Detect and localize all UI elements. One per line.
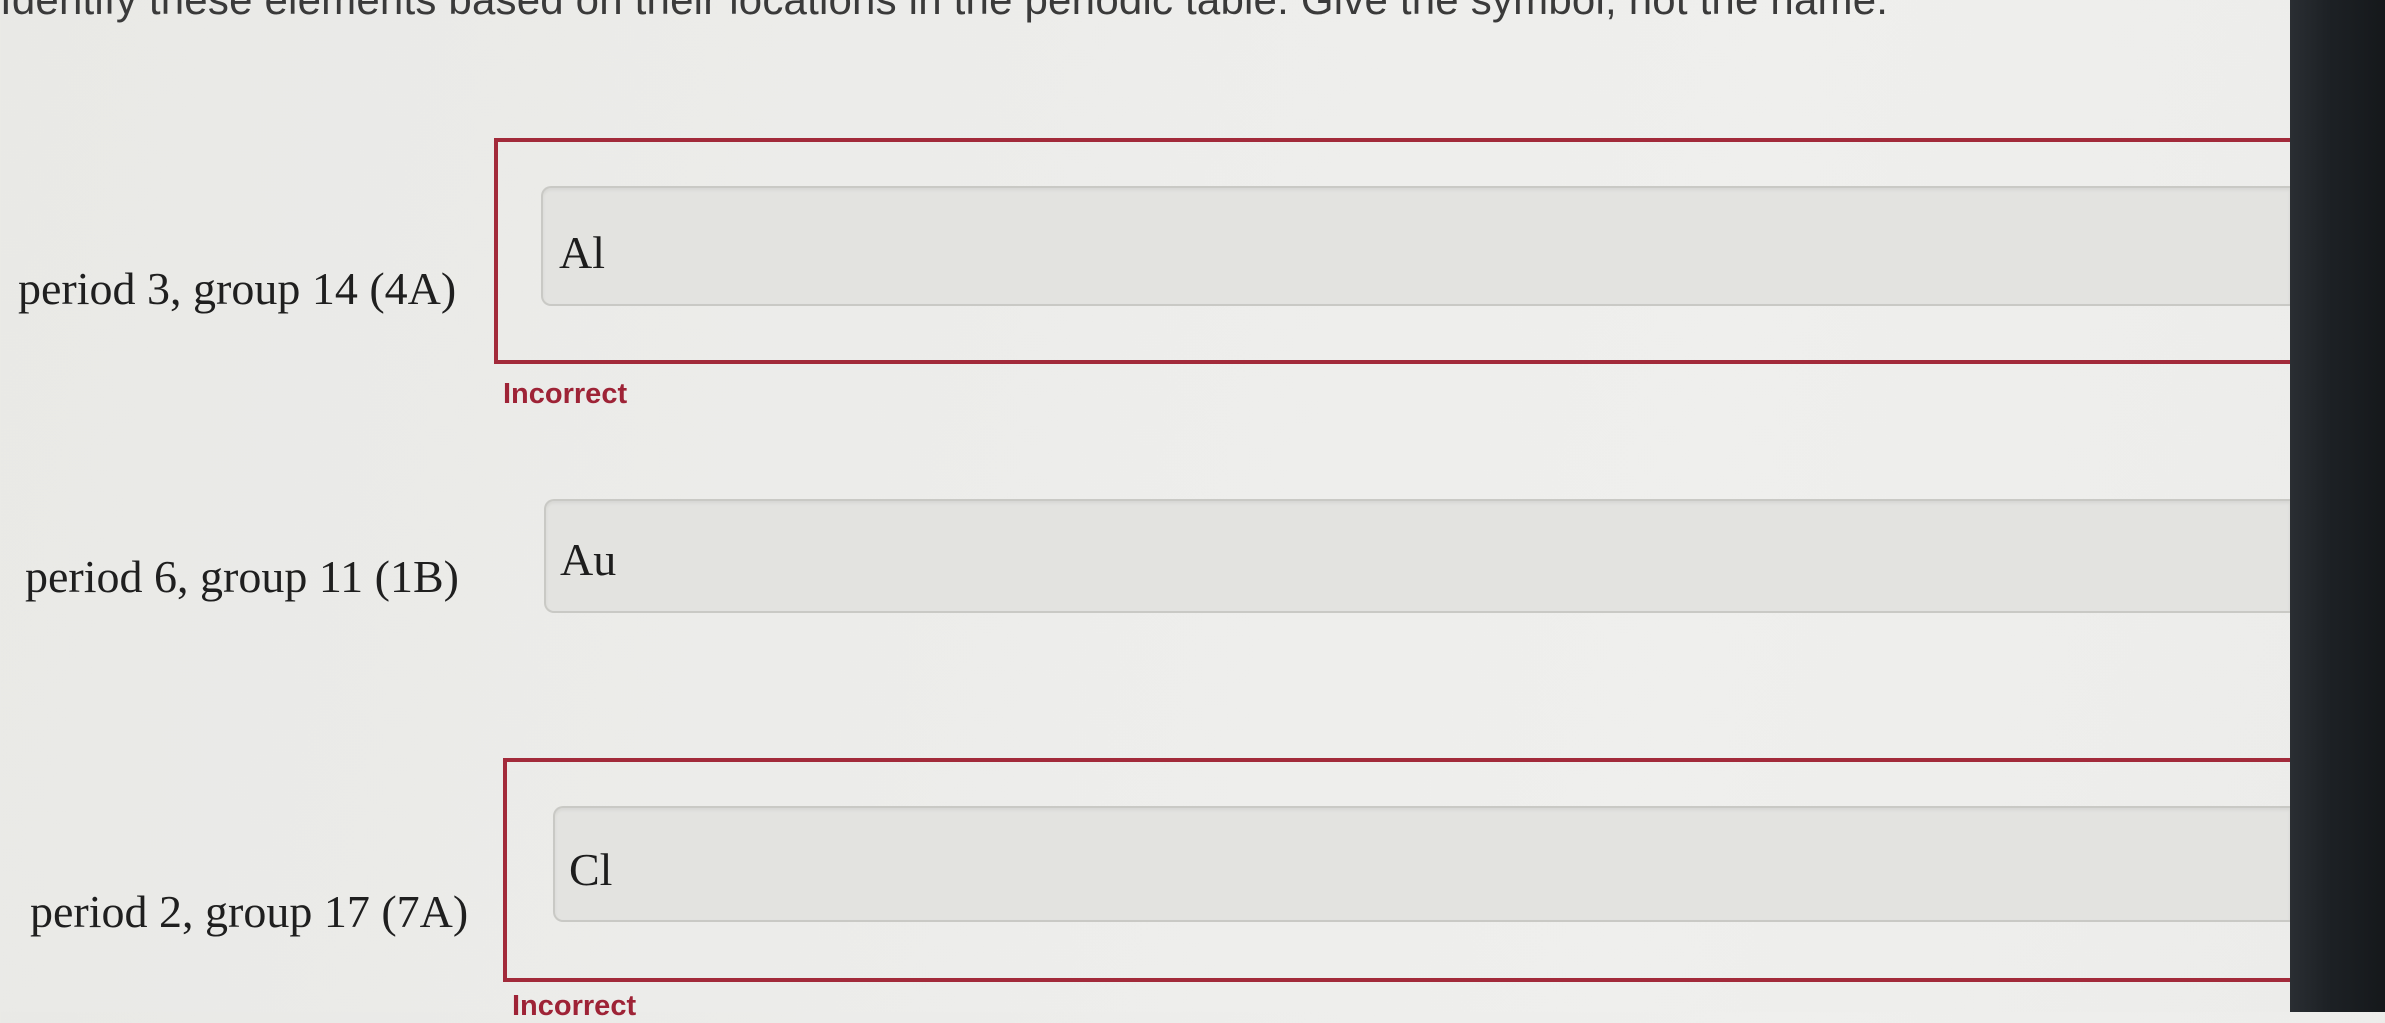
- question-1-answer-input[interactable]: [541, 186, 2290, 306]
- question-2-label: period 6, group 11 (1B): [25, 551, 459, 602]
- question-1-feedback: Incorrect: [503, 378, 628, 410]
- instruction-text: Identify these elements based on their l…: [0, 0, 1888, 24]
- question-1-label: period 3, group 14 (4A): [18, 263, 457, 314]
- question-1-answer-value[interactable]: Al: [559, 226, 605, 279]
- question-3-label: period 2, group 17 (7A): [30, 886, 469, 937]
- question-3-answer-input[interactable]: [553, 806, 2290, 922]
- question-3-feedback: Incorrect: [512, 990, 637, 1022]
- question-2-answer-input[interactable]: [544, 499, 2290, 613]
- question-2-answer-value[interactable]: Au: [560, 533, 616, 586]
- question-3-answer-value[interactable]: Cl: [569, 843, 612, 896]
- screen-bezel: [2290, 0, 2385, 1012]
